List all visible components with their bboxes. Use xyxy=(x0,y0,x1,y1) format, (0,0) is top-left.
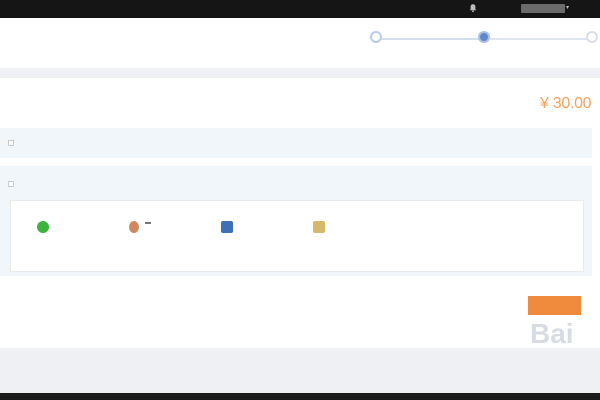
wechat-pay-icon xyxy=(37,221,49,233)
third-party-payment-section xyxy=(0,166,592,276)
credit-card-icon xyxy=(313,221,325,233)
order-amount: ¥ 30.00 xyxy=(540,95,592,112)
balance-payment-row[interactable] xyxy=(0,128,592,158)
bank-card-icon xyxy=(221,221,233,233)
payment-methods xyxy=(10,200,584,272)
progress-steps xyxy=(350,26,600,66)
payment-method-qq[interactable] xyxy=(109,216,197,238)
payment-method-card[interactable] xyxy=(293,216,381,238)
step-dot xyxy=(478,31,490,43)
step-2 xyxy=(454,31,514,47)
step-dot xyxy=(586,31,598,43)
payment-method-wechat[interactable] xyxy=(17,216,105,238)
step-1 xyxy=(346,31,406,47)
qq-wallet-icon xyxy=(129,221,139,233)
chevron-down-icon[interactable]: ▾ xyxy=(566,4,569,11)
step-3 xyxy=(562,31,600,47)
user-menu[interactable] xyxy=(521,4,565,13)
bell-icon[interactable] xyxy=(468,3,478,13)
top-navigation-bar: ▾ xyxy=(0,0,600,18)
bottom-bar xyxy=(0,393,600,400)
payment-method-bank[interactable] xyxy=(201,216,289,238)
step-dot xyxy=(370,31,382,43)
page-header xyxy=(0,18,600,68)
watermark-logo: Bai xyxy=(530,318,574,349)
next-step-button[interactable] xyxy=(528,296,581,315)
third-party-checkbox[interactable] xyxy=(8,181,14,187)
payment-card: ¥ 30.00 xyxy=(0,78,600,348)
balance-checkbox[interactable] xyxy=(8,140,14,146)
payment-method-label xyxy=(145,222,151,224)
